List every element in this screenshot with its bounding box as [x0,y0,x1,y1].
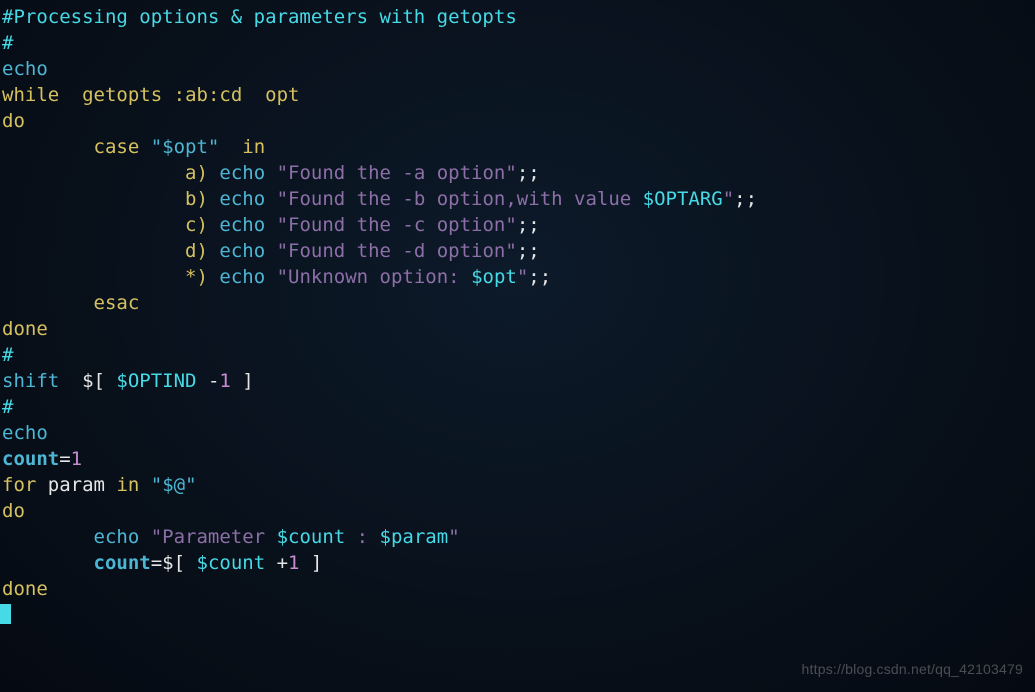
incr-open: $[ [162,552,196,574]
eq: = [151,552,162,574]
shift-kw: shift [2,370,59,392]
echo: echo [94,526,140,548]
opt-ref: $opt [471,266,517,288]
echo: echo [2,422,48,444]
case-c: c) [185,214,208,236]
count-var2: count [94,552,151,574]
semi: ;; [517,162,540,184]
hash: # [2,344,13,366]
semi: ;; [528,266,551,288]
expr-open: $[ [82,370,116,392]
done-kw2: done [2,578,48,600]
str-a: "Found the -a option" [277,162,517,184]
str-param-post: " [448,526,459,548]
case-a: a) [185,162,208,184]
do-kw: do [2,110,25,132]
echo: echo [2,58,48,80]
at-quote: "$@" [151,474,197,496]
echo-d: echo [219,240,265,262]
count-var: count [2,448,59,470]
for-kw: for [2,474,36,496]
case-star: *) [185,266,208,288]
echo-star: echo [219,266,265,288]
str-c: "Found the -c option" [277,214,517,236]
getopts-cmd: getopts [82,84,162,106]
echo-b: echo [219,188,265,210]
expr-close: ] [231,370,254,392]
optind-var: $OPTIND [116,370,196,392]
cursor-icon [0,604,11,624]
opt-var: opt [265,84,299,106]
str-d: "Found the -d option" [277,240,517,262]
hash: # [2,32,13,54]
str-b-post: " [723,188,734,210]
optarg-var: $OPTARG [643,188,723,210]
count-ref: $count [277,526,346,548]
do-kw: do [2,500,25,522]
hash: # [2,396,13,418]
str-unk-post: " [517,266,528,288]
incr-one: 1 [288,552,299,574]
echo-c: echo [219,214,265,236]
case-kw: case [94,136,140,158]
str-param-pre: "Parameter [151,526,277,548]
watermark-text: https://blog.csdn.net/qq_42103479 [802,656,1023,682]
str-param-mid: : [345,526,379,548]
expr-mid: - [197,370,220,392]
case-var: "$opt" [151,136,220,158]
param: param [48,474,105,496]
while-kw: while [2,84,59,106]
case-b: b) [185,188,208,210]
comment-line: #Processing options & parameters with ge… [2,6,517,28]
in-kw: in [242,136,265,158]
esac-kw: esac [94,292,140,314]
incr-close: ] [299,552,322,574]
code-block: #Processing options & parameters with ge… [0,0,1035,632]
getopts-arg: :ab:cd [174,84,243,106]
str-b-pre: "Found the -b option,with value [277,188,643,210]
semi: ;; [734,188,757,210]
echo-a: echo [219,162,265,184]
count-ref2: $count [197,552,266,574]
num-1: 1 [219,370,230,392]
semi: ;; [517,240,540,262]
case-d: d) [185,240,208,262]
str-unk-pre: "Unknown option: [277,266,471,288]
count-init: 1 [71,448,82,470]
in-kw: in [116,474,139,496]
param-ref: $param [380,526,449,548]
eq: = [59,448,70,470]
semi: ;; [517,214,540,236]
incr-plus: + [265,552,288,574]
done-kw: done [2,318,48,340]
